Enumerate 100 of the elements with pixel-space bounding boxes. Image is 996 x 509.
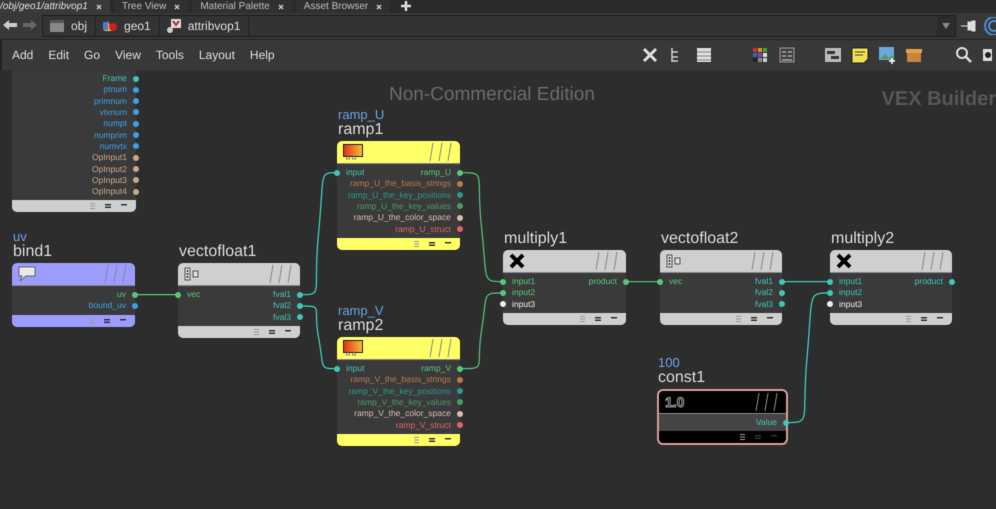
output-port-dot[interactable]	[783, 420, 789, 426]
menu-item[interactable]: Tools	[156, 48, 191, 62]
path-dropdown[interactable]	[937, 16, 955, 36]
output-port-label: ramp_U_the_basis_strings	[350, 178, 451, 190]
output-port-label: ramp_V_the_color_space	[354, 408, 451, 420]
input-port-dot[interactable]	[657, 278, 663, 285]
parameters-icon[interactable]	[778, 46, 796, 64]
path-crumb[interactable]: obj	[43, 16, 96, 36]
output-port-dot[interactable]	[457, 422, 463, 428]
output-port-dot[interactable]	[457, 399, 463, 406]
vop-node[interactable]: 1.0 Value	[657, 389, 788, 446]
node-name[interactable]: bind1	[13, 243, 52, 261]
node-name[interactable]: const1	[658, 369, 706, 387]
output-port-dot[interactable]	[133, 98, 139, 104]
output-port-dot[interactable]	[133, 86, 139, 93]
eye-icon[interactable]	[982, 46, 992, 64]
output-port-dot[interactable]	[457, 366, 463, 372]
output-port-dot[interactable]	[457, 170, 463, 176]
pane-tab[interactable]: Material Palette	[192, 0, 292, 13]
close-icon[interactable]	[278, 4, 284, 10]
menu-item[interactable]: Go	[84, 48, 108, 62]
sticky-note-icon[interactable]	[851, 46, 869, 64]
menu-item[interactable]: Edit	[48, 48, 76, 62]
output-port-dot[interactable]	[949, 278, 955, 285]
input-port-dot[interactable]	[500, 290, 506, 296]
output-port-dot[interactable]	[133, 132, 139, 138]
menu-item[interactable]: Layout	[198, 48, 242, 62]
add-tab-icon[interactable]	[400, 0, 412, 12]
path-crumb[interactable]: geo1	[96, 16, 160, 36]
output-port-dot[interactable]	[457, 214, 463, 221]
close-icon[interactable]	[96, 4, 102, 10]
output-port-dot[interactable]	[132, 292, 138, 298]
output-port-dot[interactable]	[457, 410, 463, 417]
list-icon[interactable]	[695, 46, 713, 64]
color-palette-icon[interactable]	[751, 46, 769, 64]
output-port-label: fval2	[755, 287, 773, 298]
menu-item[interactable]: View	[115, 48, 148, 62]
output-port-dot[interactable]	[297, 314, 303, 320]
path-crumb[interactable]: attribvop1	[160, 16, 250, 36]
output-port-dot[interactable]	[133, 143, 139, 150]
pane-tab[interactable]: Asset Browser	[296, 0, 390, 13]
output-port-dot[interactable]	[457, 180, 463, 187]
input-port-dot[interactable]	[500, 301, 506, 308]
vop-node[interactable]: input ramp_U ramp_U_the_basis_strings ramp_U_the_key_positions ramp_U_the_key_values ramp_U_the_color_space ramp_U_struct	[337, 141, 460, 250]
node-name[interactable]: vectofloat2	[661, 230, 738, 248]
input-port-dot[interactable]	[500, 278, 506, 285]
close-icon[interactable]	[376, 4, 382, 10]
output-port-dot[interactable]	[623, 278, 629, 285]
output-port-dot[interactable]	[457, 376, 463, 383]
output-port-label: fval2	[273, 300, 291, 312]
output-port-dot[interactable]	[133, 188, 139, 195]
node-comment: uv	[13, 229, 27, 244]
node-name[interactable]: multiply1	[504, 230, 568, 248]
input-port-dot[interactable]	[827, 290, 833, 296]
output-port-dot[interactable]	[457, 192, 463, 198]
menu-item[interactable]: Help	[250, 48, 282, 62]
output-port-dot[interactable]	[133, 120, 139, 127]
vop-node[interactable]: uv bound_uv	[12, 263, 135, 327]
menu-item[interactable]: Add	[12, 48, 40, 62]
input-port-dot[interactable]	[827, 301, 833, 308]
output-port-label: OpInput1	[92, 152, 127, 164]
output-port-dot[interactable]	[133, 154, 139, 161]
tools-icon[interactable]	[641, 46, 659, 64]
output-port-dot[interactable]	[779, 301, 785, 308]
pin-icon[interactable]	[960, 19, 978, 33]
output-port-label: Value	[756, 417, 777, 428]
output-port-dot[interactable]	[133, 76, 139, 82]
node-name[interactable]: ramp1	[338, 121, 384, 139]
output-port-dot[interactable]	[457, 203, 463, 210]
node-name[interactable]: ramp2	[338, 317, 384, 335]
output-port-dot[interactable]	[133, 177, 139, 184]
input-port-label: input3	[512, 298, 536, 310]
vop-node[interactable]: input ramp_V ramp_V_the_basis_strings ramp_V_the_key_positions ramp_V_the_key_values ramp_V_the_color_space ramp_V_struct	[337, 337, 460, 446]
output-port-dot[interactable]	[457, 388, 463, 394]
output-port-dot[interactable]	[132, 302, 138, 309]
vop-node[interactable]: vec fval1 fval2 fval3	[178, 263, 300, 338]
vop-node[interactable]: input1 product input2 input3	[830, 250, 952, 325]
output-port-dot[interactable]	[457, 226, 463, 232]
output-port-dot[interactable]	[133, 109, 139, 116]
search-icon[interactable]	[955, 46, 973, 64]
vop-node[interactable]: input1 product input2 input3	[503, 250, 626, 325]
output-port-dot[interactable]	[297, 302, 303, 309]
output-port-label: product	[588, 276, 617, 288]
input-port-dot[interactable]	[334, 366, 340, 372]
close-icon[interactable]	[174, 4, 180, 10]
output-port-dot[interactable]	[297, 292, 303, 298]
output-port-dot[interactable]	[779, 290, 785, 296]
pane-tab[interactable]: Tree View	[114, 0, 188, 13]
output-port-dot[interactable]	[133, 166, 139, 172]
input-port-dot[interactable]	[334, 170, 340, 176]
output-port-dot[interactable]	[779, 278, 785, 285]
node-name[interactable]: vectofloat1	[179, 243, 256, 261]
input-port-dot[interactable]	[175, 292, 181, 298]
network-box-icon[interactable]	[824, 46, 842, 64]
input-port-dot[interactable]	[827, 278, 833, 285]
vop-node[interactable]: vec fval1 fval2 fval3	[660, 250, 782, 325]
image-add-icon[interactable]	[878, 46, 896, 64]
node-name[interactable]: multiply2	[831, 230, 894, 248]
box-icon[interactable]	[905, 46, 923, 64]
back-arrow-icon[interactable]	[2, 19, 18, 33]
